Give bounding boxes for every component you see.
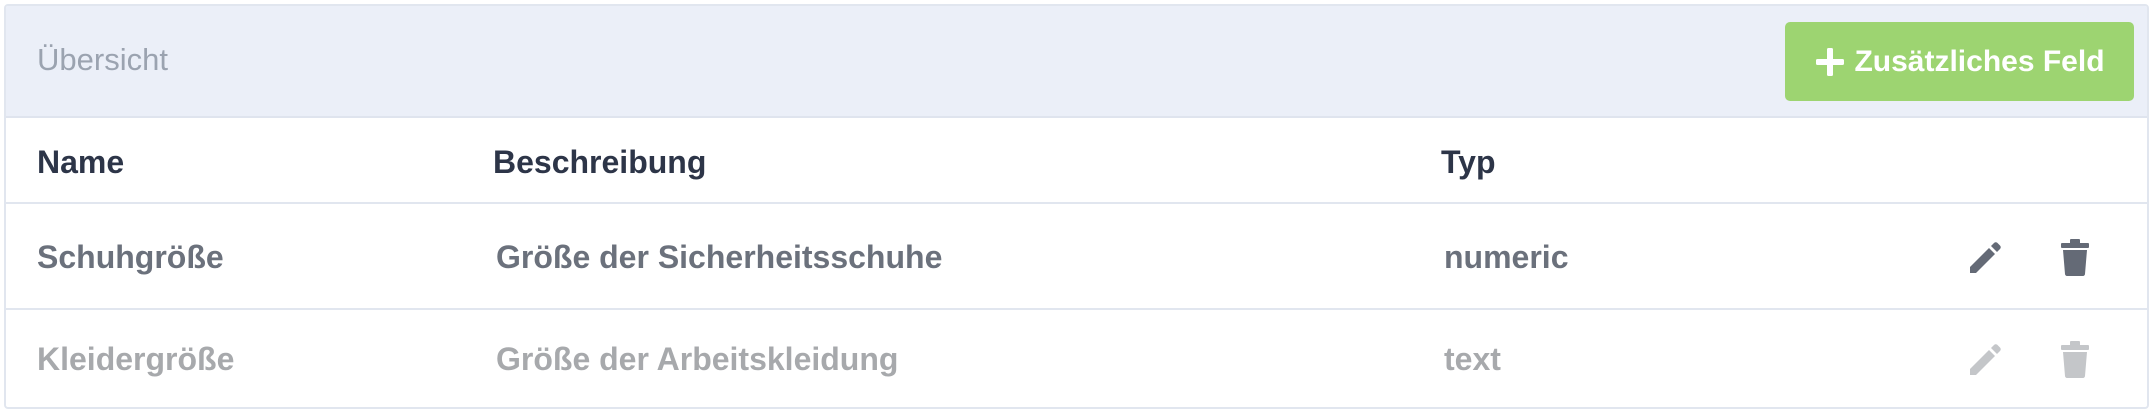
- table-header-row: Name Beschreibung Typ: [6, 118, 2147, 204]
- card-title: Übersicht: [37, 42, 168, 77]
- add-field-button[interactable]: Zusätzliches Feld: [1785, 22, 2134, 101]
- column-header-name: Name: [37, 144, 125, 180]
- card-header: Übersicht Zusätzliches Feld: [6, 6, 2147, 118]
- column-header-type: Typ: [1441, 144, 1496, 180]
- table-row: Schuhgröße Größe der Sicherheitsschuhe n…: [6, 204, 2147, 310]
- trash-icon[interactable]: [2053, 234, 2097, 278]
- column-header-description: Beschreibung: [493, 144, 707, 180]
- trash-icon[interactable]: [2053, 336, 2097, 380]
- custom-fields-card: Übersicht Zusätzliches Feld Name Beschre…: [4, 4, 2149, 409]
- field-type: text: [1444, 341, 1501, 377]
- add-field-button-label: Zusätzliches Feld: [1854, 44, 2105, 78]
- field-description: Größe der Arbeitskleidung: [496, 341, 899, 377]
- plus-icon: [1816, 47, 1845, 76]
- field-description: Größe der Sicherheitsschuhe: [496, 239, 943, 275]
- pencil-icon[interactable]: [1963, 336, 2007, 380]
- field-type: numeric: [1444, 239, 1569, 275]
- field-name: Schuhgröße: [37, 239, 224, 275]
- table-row: Kleidergröße Größe der Arbeitskleidung t…: [6, 310, 2147, 407]
- field-name: Kleidergröße: [37, 341, 235, 377]
- pencil-icon[interactable]: [1963, 234, 2007, 278]
